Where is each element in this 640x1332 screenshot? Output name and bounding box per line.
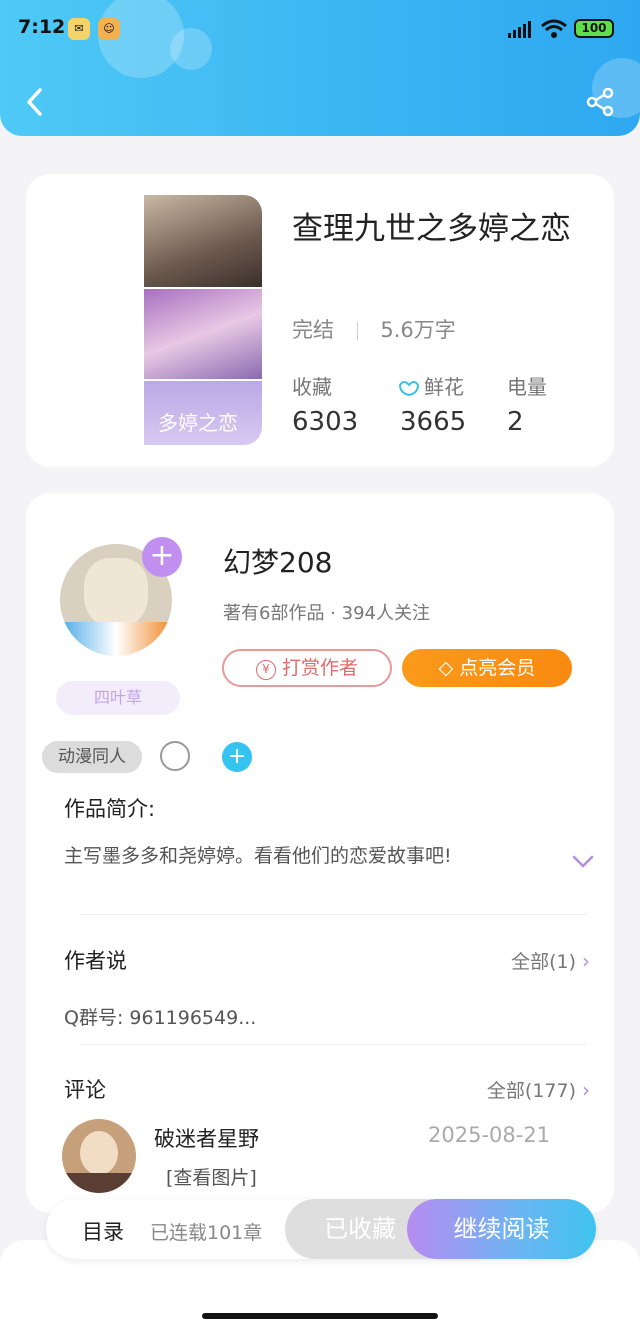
comment-user[interactable]: 破迷者星野 bbox=[154, 1123, 259, 1153]
diamond-icon: ◇ bbox=[438, 657, 454, 679]
app-notification-icon: ✉ bbox=[68, 18, 90, 40]
bottom-action-bar: 目录 已连载101章 已收藏 继续阅读 bbox=[46, 1199, 596, 1259]
author-name[interactable]: 幻梦208 bbox=[223, 541, 332, 581]
divider bbox=[80, 914, 586, 915]
status-bar: 7:12 ✉ ☺ 100 bbox=[0, 0, 640, 56]
book-status: 完结 bbox=[292, 318, 334, 342]
follow-plus-button[interactable]: + bbox=[142, 537, 182, 577]
yen-icon: ¥ bbox=[255, 660, 276, 680]
app-notification-icon-2: ☺ bbox=[98, 18, 120, 40]
comments-more[interactable]: 全部(177) › bbox=[487, 1076, 590, 1103]
reward-author-button[interactable]: ¥ 打赏作者 bbox=[222, 649, 392, 687]
back-arrow-icon[interactable] bbox=[22, 86, 50, 118]
comment-date: 2025-08-21 bbox=[428, 1123, 551, 1147]
author-meta: 著有6部作品 · 394人关注 bbox=[223, 603, 430, 624]
cover-title-text: 多婷之恋 bbox=[158, 411, 238, 435]
flower-icon bbox=[398, 381, 420, 397]
comment-content[interactable]: [查看图片] bbox=[166, 1163, 257, 1190]
toc-button[interactable]: 目录 bbox=[82, 1216, 124, 1246]
home-indicator bbox=[202, 1313, 438, 1319]
divider bbox=[80, 1044, 586, 1045]
share-icon[interactable] bbox=[584, 86, 616, 118]
stat-value-flowers: 3665 bbox=[400, 407, 467, 437]
stat-label-power: 电量 bbox=[507, 375, 547, 399]
wifi-icon bbox=[541, 19, 567, 38]
stat-value-power: 2 bbox=[507, 407, 524, 437]
status-time: 7:12 bbox=[18, 16, 66, 38]
author-says-more[interactable]: 全部(1) › bbox=[511, 947, 590, 974]
tag-placeholder[interactable] bbox=[160, 741, 190, 771]
book-status-line: 完结 5.6万字 bbox=[292, 314, 456, 344]
book-title: 查理九世之多婷之恋 bbox=[292, 211, 571, 247]
signal-icon bbox=[508, 21, 531, 38]
comment-avatar[interactable] bbox=[62, 1119, 136, 1193]
continue-reading-button[interactable]: 继续阅读 bbox=[407, 1199, 596, 1259]
serial-count: 已连载101章 bbox=[150, 1222, 263, 1244]
expand-chevron-icon[interactable] bbox=[572, 855, 594, 869]
chevron-right-icon: › bbox=[582, 1078, 590, 1102]
book-cover[interactable]: 多婷之恋 bbox=[74, 195, 262, 445]
comments-title: 评论 bbox=[64, 1078, 106, 1102]
intro-text: 主写墨多多和尧婷婷。看看他们的恋爱故事吧! bbox=[64, 845, 452, 867]
book-info-card: 多婷之恋 查理九世之多婷之恋 完结 5.6万字 收藏 鲜花 电量 6303 36… bbox=[26, 174, 614, 467]
battery-indicator: 100 bbox=[574, 19, 614, 38]
add-tag-button[interactable]: + bbox=[222, 742, 252, 772]
top-header: 7:12 ✉ ☺ 100 bbox=[0, 0, 640, 136]
author-details-card: + 四叶草 幻梦208 著有6部作品 · 394人关注 ¥ 打赏作者 ◇ 点亮会员 … bbox=[26, 493, 614, 1213]
author-says-text: Q群号: 961196549... bbox=[64, 1007, 257, 1029]
stat-label-flowers: 鲜花 bbox=[398, 371, 464, 400]
genre-tag[interactable]: 动漫同人 bbox=[42, 741, 142, 773]
author-says-title: 作者说 bbox=[64, 949, 127, 973]
stat-value-favorites: 6303 bbox=[292, 407, 359, 437]
stat-label-favorites: 收藏 bbox=[292, 375, 332, 399]
vip-button[interactable]: ◇ 点亮会员 bbox=[402, 649, 572, 687]
chevron-right-icon: › bbox=[582, 949, 590, 973]
fan-badge: 四叶草 bbox=[56, 681, 180, 715]
word-count: 5.6万字 bbox=[380, 318, 456, 342]
intro-title: 作品简介: bbox=[64, 797, 156, 821]
